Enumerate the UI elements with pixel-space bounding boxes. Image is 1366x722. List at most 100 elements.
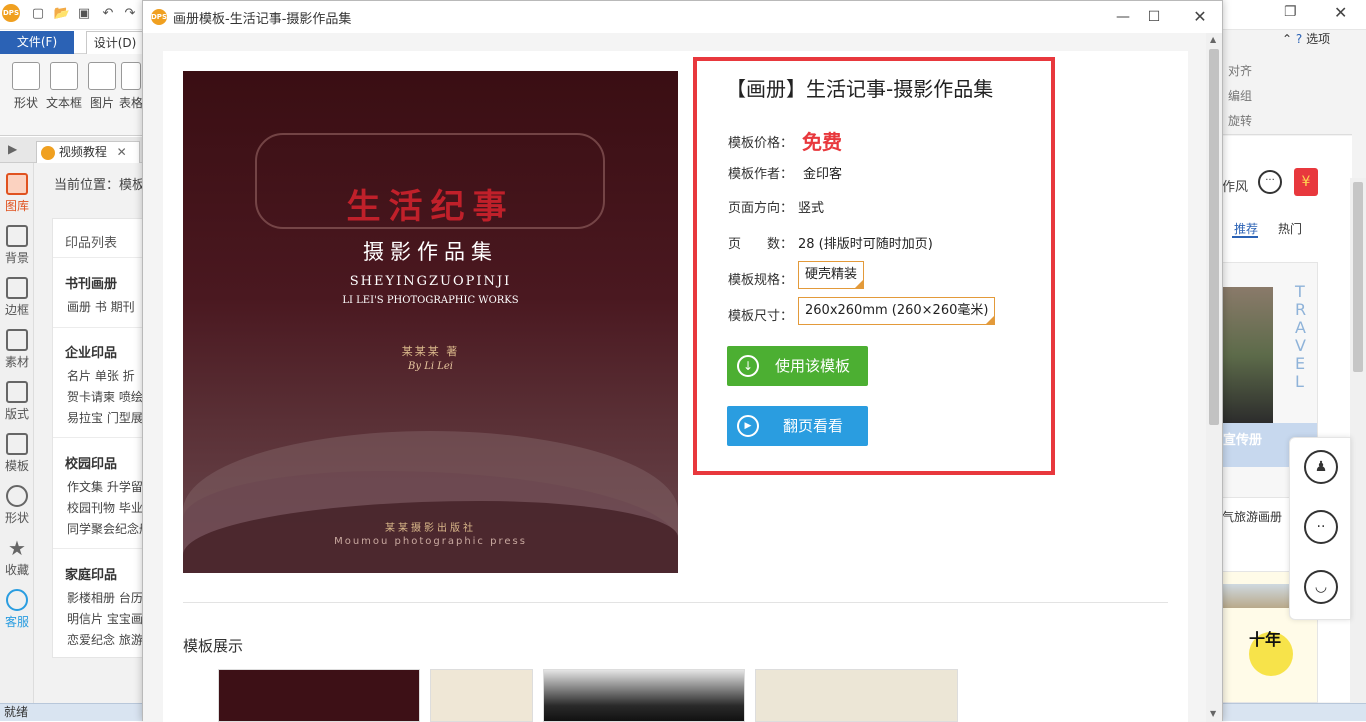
dialog-scrollbar[interactable]: ▲ ▼ <box>1206 33 1222 722</box>
dialog-title: 画册模板-生活记事-摄影作品集 <box>173 12 352 27</box>
gallery-icon <box>6 173 28 195</box>
category-links[interactable]: 影楼相册 台历 <box>67 589 143 606</box>
scrollbar-thumb[interactable] <box>1209 49 1219 425</box>
pages-label: 页 数： <box>728 237 794 252</box>
dialog-titlebar: DPS 画册模板-生活记事-摄影作品集 — ☐ ✕ <box>143 1 1222 33</box>
redo-icon[interactable]: ↷ <box>120 4 140 24</box>
category-heading[interactable]: 企业印品 <box>65 342 117 361</box>
sidebar-item-service[interactable]: 客服 <box>0 583 34 635</box>
style-label: 作风 <box>1222 180 1249 195</box>
cover-calligraphy: 生活纪事 <box>346 187 515 227</box>
showcase-thumbnail[interactable] <box>543 669 745 722</box>
category-links[interactable]: 贺卡请柬 喷绘 <box>67 388 143 405</box>
sidebar-label: 素材 <box>4 355 29 369</box>
sidebar-item-favorites[interactable]: ★ 收藏 <box>0 531 34 583</box>
sidebar-item-gallery[interactable]: 图库 <box>0 167 34 219</box>
chat-icon <box>6 589 28 611</box>
textbox-icon <box>50 62 78 90</box>
showcase-thumbnail[interactable] <box>755 669 958 722</box>
textbox-label: 文本框 <box>45 96 82 110</box>
sidebar-item-material[interactable]: 素材 <box>0 323 34 375</box>
sidebar-item-border[interactable]: 边框 <box>0 271 34 323</box>
category-links[interactable]: 画册 书 期刊 <box>67 298 135 315</box>
close-tab-icon[interactable]: ✕ <box>117 145 127 159</box>
wechat-icon[interactable]: ·· <box>1304 510 1338 544</box>
flip-preview-button[interactable]: ▶ 翻页看看 <box>727 406 868 446</box>
sidebar-item-background[interactable]: 背景 <box>0 219 34 271</box>
help-icon: ? <box>1295 32 1303 46</box>
ten-years-text: 十年 <box>1249 630 1282 649</box>
template-cover-image[interactable]: 生活纪事 摄影作品集 SHEYINGZUOPINJI LI LEI'S PHOT… <box>183 71 678 573</box>
scrollbar-thumb[interactable] <box>1353 182 1363 372</box>
comment-icon[interactable]: ··· <box>1258 170 1282 194</box>
sidebar-label: 客服 <box>4 615 29 629</box>
left-toolbar: 图库 背景 边框 素材 版式 模板 形状 ★ 收藏 客服 <box>0 163 34 703</box>
category-list: 印品列表 书刊画册 画册 书 期刊 企业印品 名片 单张 折 贺卡请柬 喷绘 易… <box>52 218 146 658</box>
group-button[interactable]: 编组 <box>1228 87 1252 104</box>
sidebar-item-template[interactable]: 模板 <box>0 427 34 479</box>
rotate-button[interactable]: 旋转 <box>1228 112 1252 129</box>
cover-publisher-english: Moumou photographic press <box>334 536 527 547</box>
save-icon[interactable]: ▣ <box>74 4 94 24</box>
spec-option[interactable]: 硬壳精装 <box>798 261 865 289</box>
category-links[interactable]: 作文集 升学留 <box>67 478 143 495</box>
cover-author: 某某某 著 <box>401 345 460 358</box>
sidebar-item-layout[interactable]: 版式 <box>0 375 34 427</box>
minimize-icon[interactable]: — <box>1109 6 1137 28</box>
category-links[interactable]: 校园刊物 毕业 <box>67 499 143 516</box>
cover-english: LI LEI'S PHOTOGRAPHIC WORKS <box>342 295 519 306</box>
sidebar-label: 边框 <box>4 303 29 317</box>
tab-file[interactable]: 文件(F) <box>0 31 74 54</box>
category-links[interactable]: 明信片 宝宝画 <box>67 610 143 627</box>
template-icon <box>6 433 28 455</box>
cover-pinyin: SHEYINGZUOPINJI <box>349 274 512 289</box>
category-links[interactable]: 同学聚会纪念册 <box>67 520 145 537</box>
template-caption: 气旅游画册 <box>1222 510 1283 524</box>
picture-label: 图片 <box>89 96 114 110</box>
panel-toggle-icon[interactable]: ▶ <box>8 142 17 156</box>
category-heading[interactable]: 书刊画册 <box>65 273 117 292</box>
tab-hot[interactable]: 热门 <box>1278 220 1302 237</box>
options-menu[interactable]: ⌃ ? 选项 <box>1282 30 1366 50</box>
scroll-down-icon[interactable]: ▼ <box>1210 709 1216 718</box>
headset-icon[interactable]: ◡ <box>1304 570 1338 604</box>
category-heading[interactable]: 校园印品 <box>65 453 117 472</box>
category-links[interactable]: 易拉宝 门型展 <box>67 409 143 426</box>
qq-icon[interactable]: ♟ <box>1304 450 1338 484</box>
undo-icon[interactable]: ↶ <box>98 4 118 24</box>
red-packet-icon[interactable]: ¥ <box>1294 168 1318 196</box>
app-logo: DPS <box>2 4 20 22</box>
restore-icon[interactable]: ❐ <box>1284 4 1297 20</box>
category-links[interactable]: 恋爱纪念 旅游 <box>67 631 143 648</box>
open-folder-icon[interactable]: 📂 <box>52 4 72 24</box>
maximize-icon[interactable]: ☐ <box>1140 6 1168 28</box>
tab-design[interactable]: 设计(D) <box>86 31 144 54</box>
shape-icon <box>12 62 40 90</box>
table-button[interactable]: 表格 <box>118 60 144 130</box>
table-label: 表格 <box>118 96 143 110</box>
orientation-label: 页面方向： <box>728 201 794 216</box>
new-file-icon[interactable]: ▢ <box>28 4 48 24</box>
category-links[interactable]: 名片 单张 折 <box>67 367 135 384</box>
textbox-button[interactable]: 文本框 <box>44 60 84 130</box>
flip-preview-label: 翻页看看 <box>783 417 844 435</box>
sidebar-label: 形状 <box>4 511 29 525</box>
picture-button[interactable]: 图片 <box>82 60 122 130</box>
close-icon[interactable]: ✕ <box>1186 6 1214 28</box>
category-heading[interactable]: 家庭印品 <box>65 564 117 583</box>
shape-button[interactable]: 形状 <box>6 60 46 130</box>
scroll-up-icon[interactable]: ▲ <box>1210 35 1216 44</box>
sidebar-item-shape[interactable]: 形状 <box>0 479 34 531</box>
table-icon <box>121 62 141 90</box>
showcase-thumbnail[interactable] <box>430 669 533 722</box>
close-icon[interactable]: ✕ <box>1334 3 1347 22</box>
showcase-thumbnail[interactable] <box>218 669 420 722</box>
use-template-button[interactable]: ↓ 使用该模板 <box>727 346 868 386</box>
align-button[interactable]: 对齐 <box>1228 62 1252 79</box>
price-label: 模板价格： <box>728 136 794 151</box>
tab-recommend[interactable]: 推荐 <box>1234 220 1258 237</box>
tab-video-tutorial[interactable]: 视频教程 ✕ <box>36 141 140 163</box>
selected-check-icon <box>854 279 865 289</box>
feed-scrollbar[interactable] <box>1350 178 1366 703</box>
size-option[interactable]: 260x260mm (260×260毫米) <box>798 297 996 325</box>
